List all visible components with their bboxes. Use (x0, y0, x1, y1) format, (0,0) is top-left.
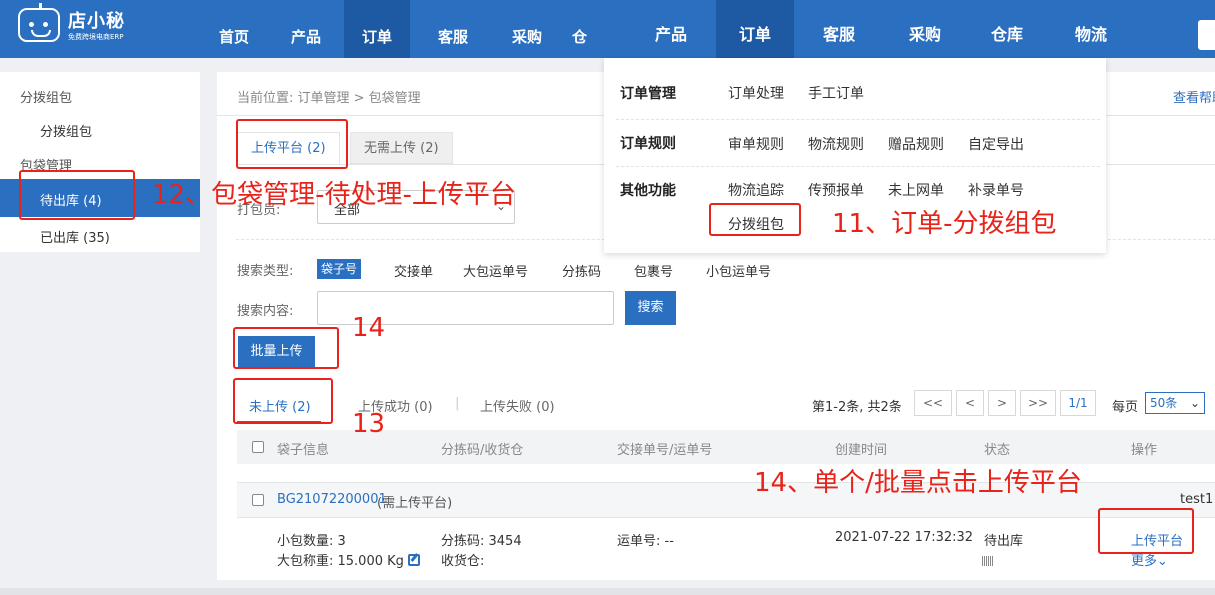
header-sort-warehouse: 分拣码/收货仓 (441, 443, 524, 458)
logo-subtitle: 免费跨境电商ERP (68, 33, 124, 41)
chevron-down-icon: ⌄ (1189, 396, 1200, 410)
search-content-label: 搜索内容: (237, 304, 294, 319)
dropdown-divider (616, 166, 1100, 167)
edit-icon[interactable] (407, 554, 420, 566)
receiving-warehouse: 收货仓: (441, 554, 485, 569)
search-type-sort-code[interactable]: 分拣码 (562, 261, 601, 280)
dropdown-item-order-process[interactable]: 订单处理 (728, 83, 784, 103)
status-tab-failed[interactable]: 上传失败 (0) (480, 396, 555, 415)
nav-order[interactable]: 订单 (344, 0, 410, 58)
select-all-checkbox[interactable] (252, 441, 264, 453)
dropdown-item-gift-rules[interactable]: 赠品规则 (888, 134, 944, 154)
small-package-count: 小包数量: 3 (277, 534, 346, 549)
tab-no-upload[interactable]: 无需上传 (2) (350, 132, 453, 164)
sidebar-section-dispatch: 分拨组包 (20, 91, 73, 106)
nav2-purchase[interactable]: 采购 (890, 0, 960, 58)
search-button[interactable]: 搜索 (625, 291, 676, 325)
chevron-down-icon: ⌄ (1157, 554, 1168, 569)
nav2-warehouse[interactable]: 仓库 (972, 0, 1042, 58)
row-checkbox[interactable] (252, 494, 264, 506)
dropdown-label-other: 其他功能 (620, 183, 676, 199)
dropdown-item-not-online[interactable]: 未上网单 (888, 180, 944, 200)
annotation-box-sidebar (19, 170, 135, 220)
search-type-handover[interactable]: 交接单 (394, 261, 433, 280)
created-time: 2021-07-22 17:32:32 (835, 530, 974, 545)
nav2-product[interactable]: 产品 (636, 0, 706, 58)
help-link[interactable]: 查看帮助 (1173, 87, 1215, 106)
search-type-big-waybill[interactable]: 大包运单号 (463, 261, 528, 280)
annotation-step-13: 13 (352, 409, 386, 439)
pager-first[interactable]: << (914, 390, 952, 416)
search-type-small-waybill[interactable]: 小包运单号 (706, 261, 771, 280)
header-status: 状态 (984, 443, 1011, 458)
nav-product[interactable]: 产品 (278, 0, 334, 58)
dropdown-item-manual-order[interactable]: 手工订单 (808, 83, 864, 103)
pager-last[interactable]: >> (1020, 390, 1056, 416)
nav2-logistics[interactable]: 物流 (1056, 0, 1126, 58)
nav-home[interactable]: 首页 (208, 0, 260, 58)
dropdown-label-order-mgmt: 订单管理 (620, 86, 676, 102)
big-package-weight: 大包称重: 15.000 Kg (277, 550, 420, 569)
dropdown-item-tracking[interactable]: 物流追踪 (728, 180, 784, 200)
search-type-bag-no[interactable]: 袋子号 (317, 259, 362, 279)
logo[interactable]: 店小秘 免费跨境电商ERP (18, 2, 125, 42)
per-page-value: 50条 (1150, 396, 1178, 410)
search-type-package-no[interactable]: 包裹号 (634, 261, 673, 280)
annotation-box-dropdown (709, 203, 801, 236)
pager-prev[interactable]: < (956, 390, 984, 416)
pager-next[interactable]: > (988, 390, 1016, 416)
nav-right-widget[interactable] (1198, 20, 1215, 50)
annotation-box-status-tab (233, 378, 333, 424)
annotation-box-batch (233, 327, 339, 369)
sort-code: 分拣码: 3454 (441, 534, 522, 549)
per-page-label: 每页 (1112, 400, 1139, 415)
annotation-step-12: 12、包袋管理-待处理-上传平台 (152, 180, 516, 210)
bottom-scrollbar[interactable] (0, 588, 1215, 595)
sidebar-item-dispatch-pack[interactable]: 分拨组包 (40, 121, 92, 140)
dropdown-item-logistics-rules[interactable]: 物流规则 (808, 134, 864, 154)
nav-purchase[interactable]: 采购 (494, 0, 560, 58)
header-handover-waybill: 交接单号/运单号 (617, 443, 713, 458)
robot-logo-icon (18, 2, 60, 42)
row-status: 待出库 (984, 534, 1024, 549)
bag-note: (需上传平台) (377, 496, 453, 511)
nav2-service[interactable]: 客服 (804, 0, 874, 58)
dropdown-item-pre-report[interactable]: 传预报单 (808, 180, 864, 200)
dropdown-item-review-rules[interactable]: 审单规则 (728, 134, 784, 154)
row-user: test1 (1180, 492, 1214, 507)
bag-id-link[interactable]: BG21072200001 (277, 492, 387, 507)
header-actions: 操作 (1131, 443, 1158, 458)
nav-service[interactable]: 客服 (420, 0, 486, 58)
annotation-step-14: 14、单个/批量点击上传平台 (754, 468, 1082, 498)
header-created-time: 创建时间 (835, 443, 888, 458)
header-bag-info: 袋子信息 (277, 443, 330, 458)
status-tab-separator: | (455, 396, 460, 411)
waybill-no: 运单号: -- (617, 534, 674, 549)
top-navbar: 店小秘 免费跨境电商ERP 首页 产品 订单 客服 采购 仓 产品 订单 客服 … (0, 0, 1215, 58)
barcode-icon[interactable] (982, 556, 994, 566)
dropdown-item-custom-export[interactable]: 自定导出 (968, 134, 1024, 154)
dropdown-item-supplement[interactable]: 补录单号 (968, 180, 1024, 200)
logo-title: 店小秘 (68, 11, 125, 32)
annotation-box-tab (236, 119, 348, 169)
more-actions-label: 更多 (1131, 554, 1158, 569)
nav2-order[interactable]: 订单 (716, 0, 794, 58)
dropdown-label-order-rules: 订单规则 (620, 136, 676, 152)
breadcrumb: 当前位置: 订单管理 > 包袋管理 (237, 91, 421, 106)
big-package-weight-text: 大包称重: 15.000 Kg (277, 554, 404, 569)
pager-summary: 第1-2条, 共2条 (812, 400, 902, 415)
annotation-box-action (1098, 508, 1194, 554)
annotation-step-14-label: 14 (352, 313, 386, 343)
dropdown-divider (616, 119, 1100, 120)
annotation-step-11: 11、订单-分拨组包 (832, 209, 1057, 239)
search-type-label: 搜索类型: (237, 264, 294, 279)
pager-current[interactable]: 1/1 (1060, 390, 1096, 416)
nav-warehouse-partial[interactable]: 仓 (572, 0, 602, 58)
sidebar-item-shipped[interactable]: 已出库 (35) (40, 227, 110, 246)
per-page-select[interactable]: 50条 ⌄ (1145, 392, 1205, 414)
